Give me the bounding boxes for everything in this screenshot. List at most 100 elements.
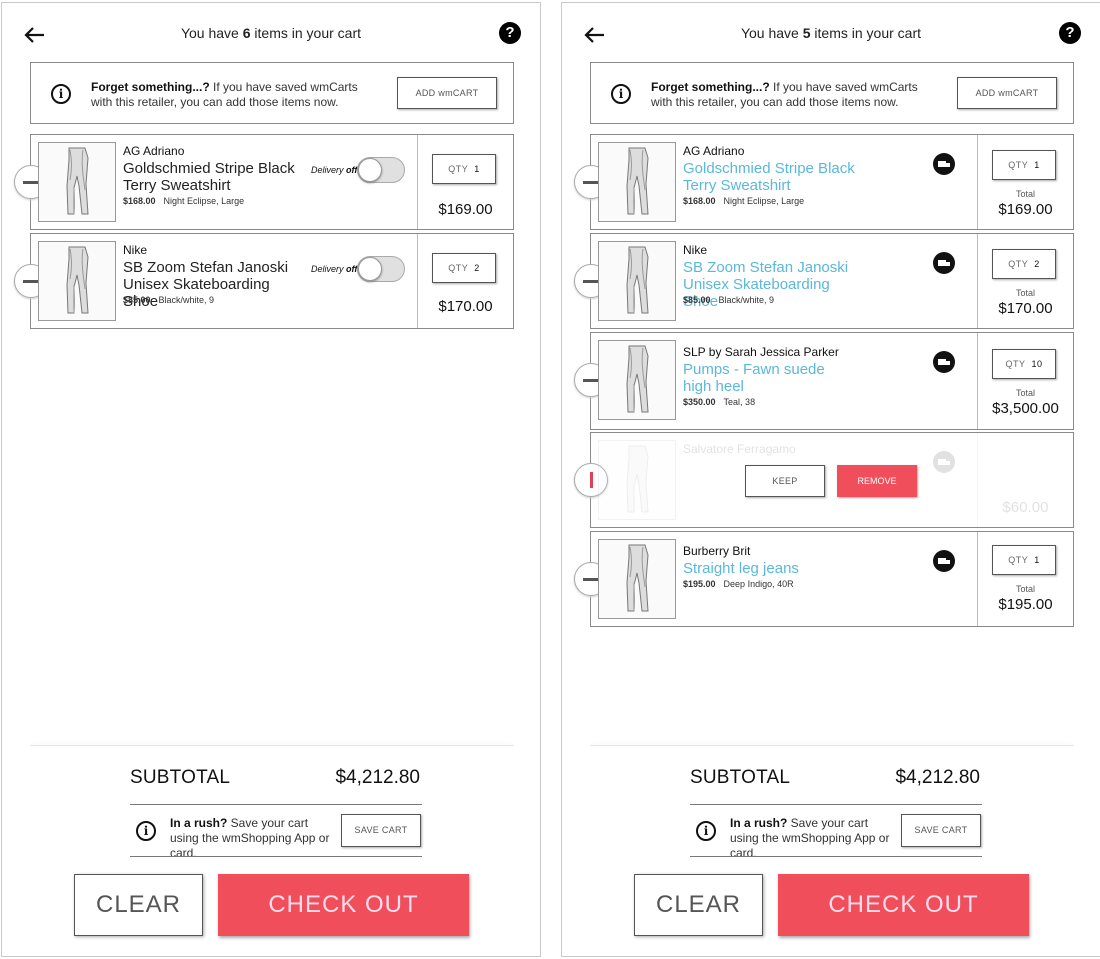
- total-label: Total: [1015, 189, 1035, 199]
- help-icon[interactable]: ?: [1059, 22, 1081, 44]
- forget-text: Forget something...? If you have saved w…: [91, 80, 358, 109]
- save-cart-button[interactable]: SAVE CART: [901, 814, 981, 847]
- forget-text: Forget something...? If you have saved w…: [651, 80, 918, 109]
- subtotal-label: SUBTOTAL: [130, 767, 231, 788]
- qty-column: QTY 10 Total $3,500.00: [977, 333, 1073, 429]
- info-icon: i: [611, 84, 631, 104]
- item-meta: $350.00 Teal, 38: [683, 397, 756, 407]
- qty-selector[interactable]: QTY 10: [992, 349, 1056, 379]
- item-meta: $168.00 Night Eclipse, Large: [123, 196, 245, 206]
- divider: [130, 856, 422, 857]
- product-image: [598, 142, 676, 222]
- clear-button[interactable]: CLEAR: [634, 874, 763, 936]
- total-label: Total: [1015, 584, 1035, 594]
- delivery-truck-icon[interactable]: [933, 252, 955, 274]
- forget-something-banner: i Forget something...? If you have saved…: [30, 62, 514, 124]
- qty-column: QTY 2 Total $170.00: [977, 234, 1073, 328]
- item-meta: $195.00 Deep Indigo, 40R: [683, 579, 794, 589]
- delivery-truck-icon: [933, 451, 955, 473]
- cart-item: SLP by Sarah Jessica Parker Pumps - Fawn…: [574, 332, 1074, 430]
- info-icon: i: [51, 84, 71, 104]
- qty-column: QTY 1 Total $195.00: [977, 532, 1073, 626]
- item-brand: SLP by Sarah Jessica Parker: [683, 345, 839, 359]
- qty-selector[interactable]: QTY 1: [992, 545, 1056, 575]
- qty-selector[interactable]: QTY 2: [992, 249, 1056, 279]
- item-meta: $85.00 Black/white, 9: [683, 295, 775, 305]
- divider: [690, 804, 982, 805]
- info-icon: i: [696, 821, 716, 841]
- cart-item: AG Adriano Goldschmied Stripe Black Terr…: [14, 134, 514, 230]
- rush-text: In a rush? Save your cart using the wmSh…: [170, 816, 330, 860]
- item-total: $170.00: [998, 300, 1053, 317]
- item-name[interactable]: Goldschmied Stripe Black Terry Sweatshir…: [123, 160, 303, 194]
- cart-item: Nike SB Zoom Stefan Janoski Unisex Skate…: [14, 233, 514, 329]
- subtotal-label: SUBTOTAL: [690, 767, 791, 788]
- delivery-truck-icon[interactable]: [933, 550, 955, 572]
- qty-selector[interactable]: QTY 2: [432, 253, 496, 283]
- checkout-button[interactable]: CHECK OUT: [218, 874, 469, 936]
- delivery-truck-icon[interactable]: [933, 351, 955, 373]
- item-brand: Salvatore Ferragamo: [683, 442, 796, 456]
- divider: [690, 856, 982, 857]
- item-brand: AG Adriano: [683, 144, 745, 158]
- delivery-label: Delivery off: [311, 165, 358, 175]
- item-total: $195.00: [998, 596, 1053, 613]
- item-total: $169.00: [998, 201, 1053, 218]
- qty-column: QTY 1 $169.00: [417, 135, 513, 229]
- qty-column: QTY 1 Total $169.00: [977, 135, 1073, 229]
- remove-button[interactable]: REMOVE: [837, 465, 917, 497]
- qty-selector[interactable]: QTY 1: [432, 154, 496, 184]
- product-image: [598, 340, 676, 420]
- save-cart-button[interactable]: SAVE CART: [341, 814, 421, 847]
- item-name-link[interactable]: Pumps - Fawn suede high heel: [683, 361, 853, 395]
- item-total: $169.00: [438, 201, 493, 218]
- cart-panel-left: You have 6 items in your cart ? i Forget…: [1, 2, 541, 957]
- item-name-link[interactable]: Straight leg jeans: [683, 560, 863, 577]
- item-brand: AG Adriano: [123, 144, 185, 158]
- add-wmcart-button[interactable]: ADD wmCART: [957, 77, 1057, 109]
- divider: [30, 745, 514, 746]
- cart-item: Nike SB Zoom Stefan Janoski Unisex Skate…: [574, 233, 1074, 329]
- delivery-toggle[interactable]: [357, 256, 405, 282]
- add-wmcart-button[interactable]: ADD wmCART: [397, 77, 497, 109]
- item-total: $60.00: [1002, 499, 1049, 516]
- item-brand: Nike: [683, 243, 708, 257]
- subtotal-value: $4,212.80: [335, 767, 420, 788]
- total-label: Total: [1015, 388, 1035, 398]
- divider: [590, 745, 1074, 746]
- delivery-truck-icon[interactable]: [933, 153, 955, 175]
- clear-button[interactable]: CLEAR: [74, 874, 203, 936]
- checkout-button[interactable]: CHECK OUT: [778, 874, 1029, 936]
- item-brand: Burberry Brit: [683, 544, 751, 558]
- divider: [130, 804, 422, 805]
- item-total: $3,500.00: [992, 400, 1059, 417]
- item-brand: Nike: [123, 243, 148, 257]
- product-image: [598, 241, 676, 321]
- cart-title: You have 5 items in your cart: [740, 25, 922, 41]
- cart-title: You have 6 items in your cart: [180, 25, 362, 41]
- delivery-toggle[interactable]: [357, 157, 405, 183]
- delivery-label: Delivery off: [311, 264, 358, 274]
- cart-item: AG Adriano Goldschmied Stripe Black Terr…: [574, 134, 1074, 230]
- qty-column: $60.00: [977, 433, 1073, 527]
- item-total: $170.00: [438, 298, 493, 315]
- item-meta: $168.00 Night Eclipse, Large: [683, 196, 805, 206]
- product-image: [598, 539, 676, 619]
- qty-column: QTY 2 $170.00: [417, 234, 513, 328]
- info-icon: i: [136, 821, 156, 841]
- product-image: [38, 241, 116, 321]
- product-image: [38, 142, 116, 222]
- subtotal-value: $4,212.80: [895, 767, 980, 788]
- cart-item: Burberry Brit Straight leg jeans $195.00…: [574, 531, 1074, 627]
- cart-panel-right: You have 5 items in your cart ? i Forget…: [561, 2, 1100, 957]
- rush-text: In a rush? Save your cart using the wmSh…: [730, 816, 890, 860]
- product-image: [598, 440, 676, 520]
- item-name-link[interactable]: Goldschmied Stripe Black Terry Sweatshir…: [683, 160, 863, 194]
- help-icon[interactable]: ?: [499, 22, 521, 44]
- cart-item-pending-removal: Salvatore Ferragamo $60.00 KEEP REMOVE: [574, 432, 1074, 528]
- forget-something-banner: i Forget something...? If you have saved…: [590, 62, 1074, 124]
- item-meta: $85.00 Black/white, 9: [123, 295, 215, 305]
- total-label: Total: [1015, 288, 1035, 298]
- qty-selector[interactable]: QTY 1: [992, 150, 1056, 180]
- keep-button[interactable]: KEEP: [745, 465, 825, 497]
